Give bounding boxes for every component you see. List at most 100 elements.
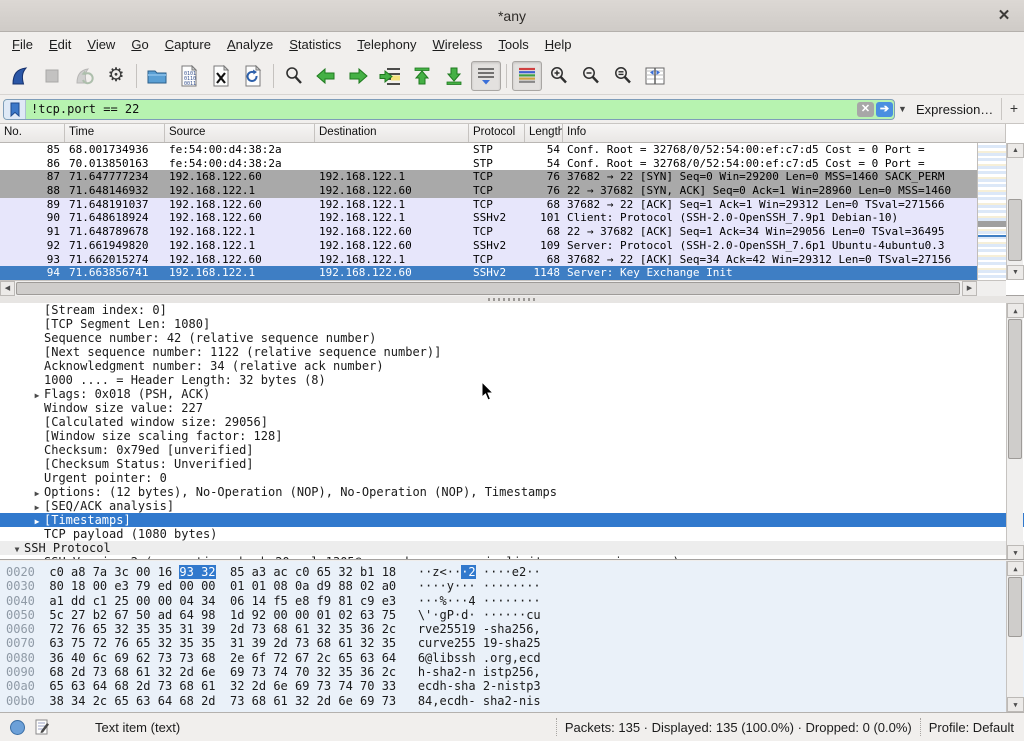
detail-line[interactable]: ▼SSH Protocol — [0, 541, 1024, 555]
scroll-down-icon[interactable]: ▼ — [1007, 545, 1024, 560]
expression-button[interactable]: Expression… — [916, 102, 993, 117]
ascii-text[interactable]: h-sha2-n istp256, — [418, 665, 541, 679]
hex-row-00a0[interactable]: 00a0 65 63 64 68 2d 73 68 61 32 2d 6e 69… — [6, 679, 1024, 693]
start-capture-button[interactable] — [5, 61, 35, 91]
filter-bookmark-button[interactable] — [4, 100, 26, 119]
find-packet-button[interactable] — [279, 61, 309, 91]
capture-options-button[interactable]: ⚙ — [101, 61, 131, 91]
menu-edit[interactable]: Edit — [41, 34, 79, 55]
scroll-up-icon[interactable]: ▲ — [1007, 561, 1024, 576]
add-filter-button[interactable]: + — [1007, 100, 1021, 116]
hex-row-0050[interactable]: 0050 5c 27 b2 67 50 ad 64 98 1d 92 00 00… — [6, 608, 1024, 622]
detail-line[interactable]: ▶SSH Version 2 (encryption:chacha20-poly… — [0, 555, 1024, 560]
hex-bytes[interactable]: 80 18 00 e3 79 ed 00 00 01 01 08 0a d9 8… — [49, 579, 396, 593]
ascii-text[interactable]: 84,ecdh- sha2-nis — [418, 694, 541, 708]
menu-help[interactable]: Help — [537, 34, 580, 55]
detail-line[interactable]: Urgent pointer: 0 — [0, 471, 1024, 485]
packet-list-hscrollbar[interactable]: ◀ ▶ — [0, 280, 1006, 296]
detail-line[interactable]: ▶Flags: 0x018 (PSH, ACK) — [0, 387, 1024, 401]
ascii-text[interactable]: ecdh-sha 2-nistp3 — [418, 679, 541, 693]
column-header-time[interactable]: Time — [65, 124, 165, 142]
packet-row-90[interactable]: 9071.648618924192.168.122.60192.168.122.… — [0, 211, 977, 225]
ascii-text[interactable]: \'·gP·d· ······cu — [418, 608, 541, 622]
ascii-text[interactable]: rve25519 -sha256, — [418, 622, 541, 636]
hex-row-0030[interactable]: 0030 80 18 00 e3 79 ed 00 00 01 01 08 0a… — [6, 579, 1024, 593]
column-header-no[interactable]: No. — [0, 124, 65, 142]
ascii-text[interactable]: 6@libssh .org,ecd — [418, 651, 541, 665]
scroll-down-icon[interactable]: ▼ — [1007, 697, 1024, 712]
packet-row-93[interactable]: 9371.662015274192.168.122.60192.168.122.… — [0, 253, 977, 267]
expert-info-icon[interactable] — [10, 720, 25, 735]
filter-clear-button[interactable]: ✕ — [857, 102, 874, 117]
menu-view[interactable]: View — [79, 34, 123, 55]
detail-line[interactable]: [Checksum Status: Unverified] — [0, 457, 1024, 471]
display-filter-field[interactable]: !tcp.port == 22 ✕ ➔ — [3, 99, 895, 120]
hex-bytes[interactable]: 65 63 64 68 2d 73 68 61 32 2d 6e 69 73 7… — [49, 679, 396, 693]
menu-go[interactable]: Go — [123, 34, 156, 55]
zoom-out-button[interactable] — [576, 61, 606, 91]
zoom-reset-button[interactable] — [608, 61, 638, 91]
hex-bytes[interactable]: 38 34 2c 65 63 64 68 2d 73 68 61 32 2d 6… — [49, 694, 396, 708]
detail-line[interactable]: Sequence number: 42 (relative sequence n… — [0, 331, 1024, 345]
scroll-up-icon[interactable]: ▲ — [1007, 143, 1024, 158]
detail-line[interactable]: ▶[Timestamps] — [0, 513, 1024, 527]
filter-apply-button[interactable]: ➔ — [876, 102, 893, 117]
packet-row-87[interactable]: 8771.647777234192.168.122.60192.168.122.… — [0, 170, 977, 184]
save-capture-button[interactable]: 010101100011 — [174, 61, 204, 91]
packet-row-89[interactable]: 8971.648191037192.168.122.60192.168.122.… — [0, 198, 977, 212]
detail-line[interactable]: [TCP Segment Len: 1080] — [0, 317, 1024, 331]
scroll-right-icon[interactable]: ▶ — [962, 281, 977, 296]
bytes-vscrollbar[interactable]: ▲ ▼ — [1006, 561, 1023, 712]
profile-label[interactable]: Profile: Default — [929, 720, 1014, 735]
hex-bytes[interactable]: 68 2d 73 68 61 32 2d 6e 69 73 74 70 32 3… — [49, 665, 396, 679]
detail-line[interactable]: TCP payload (1080 bytes) — [0, 527, 1024, 541]
packet-list-header[interactable]: No.TimeSourceDestinationProtocolLengthIn… — [0, 124, 1006, 143]
detail-line[interactable]: [Window size scaling factor: 128] — [0, 429, 1024, 443]
hex-row-0070[interactable]: 0070 63 75 72 76 65 32 35 35 31 39 2d 73… — [6, 636, 1024, 650]
capture-comment-icon[interactable] — [34, 719, 50, 735]
detail-line[interactable]: ▶Options: (12 bytes), No-Operation (NOP)… — [0, 485, 1024, 499]
menu-statistics[interactable]: Statistics — [281, 34, 349, 55]
expand-icon[interactable]: ▶ — [30, 557, 44, 560]
ascii-text[interactable]: curve255 19-sha25 — [418, 636, 541, 650]
hex-row-0090[interactable]: 0090 68 2d 73 68 61 32 2d 6e 69 73 74 70… — [6, 665, 1024, 679]
close-button[interactable]: ✕ — [994, 6, 1014, 26]
packet-row-94[interactable]: 9471.663856741192.168.122.1192.168.122.6… — [0, 266, 977, 280]
column-header-info[interactable]: Info — [563, 124, 1006, 142]
hex-row-0060[interactable]: 0060 72 76 65 32 35 35 31 39 2d 73 68 61… — [6, 622, 1024, 636]
packet-list-scroll-thumb[interactable] — [1008, 199, 1022, 261]
go-to-packet-button[interactable] — [375, 61, 405, 91]
reload-capture-button[interactable] — [238, 61, 268, 91]
details-scroll-thumb[interactable] — [1008, 319, 1022, 459]
hex-bytes[interactable]: c0 a8 7a 3c 00 16 — [49, 565, 179, 579]
go-back-button[interactable] — [311, 61, 341, 91]
zoom-in-button[interactable] — [544, 61, 574, 91]
packet-row-91[interactable]: 9171.648789678192.168.122.1192.168.122.6… — [0, 225, 977, 239]
hex-bytes-selected[interactable]: 93 32 — [179, 565, 215, 579]
hex-dump[interactable]: 0020 c0 a8 7a 3c 00 16 93 32 85 a3 ac c0… — [0, 561, 1024, 708]
go-first-packet-button[interactable] — [407, 61, 437, 91]
filter-input[interactable]: !tcp.port == 22 — [26, 100, 856, 119]
detail-line[interactable]: [Next sequence number: 1122 (relative se… — [0, 345, 1024, 359]
menu-analyze[interactable]: Analyze — [219, 34, 281, 55]
ascii-text[interactable]: ··z<·· — [418, 565, 461, 579]
column-header-destination[interactable]: Destination — [315, 124, 469, 142]
hex-row-0020[interactable]: 0020 c0 a8 7a 3c 00 16 93 32 85 a3 ac c0… — [6, 565, 1024, 579]
scroll-down-icon[interactable]: ▼ — [1007, 265, 1024, 280]
ascii-text[interactable]: ····y··· ········ — [418, 579, 541, 593]
detail-line[interactable]: Checksum: 0x79ed [unverified] — [0, 443, 1024, 457]
colorize-toggle[interactable] — [512, 61, 542, 91]
packet-row-88[interactable]: 8871.648146932192.168.122.1192.168.122.6… — [0, 184, 977, 198]
detail-line[interactable]: Window size value: 227 — [0, 401, 1024, 415]
menu-tools[interactable]: Tools — [490, 34, 536, 55]
hex-bytes[interactable]: a1 dd c1 25 00 00 04 34 06 14 f5 e8 f9 8… — [49, 594, 396, 608]
menu-file[interactable]: File — [4, 34, 41, 55]
hex-bytes[interactable]: 5c 27 b2 67 50 ad 64 98 1d 92 00 00 01 0… — [49, 608, 396, 622]
column-header-length[interactable]: Length — [525, 124, 563, 142]
intelligent-scrollbar-minimap[interactable] — [977, 143, 1006, 280]
scroll-up-icon[interactable]: ▲ — [1007, 303, 1024, 318]
menu-telephony[interactable]: Telephony — [349, 34, 424, 55]
menu-capture[interactable]: Capture — [157, 34, 219, 55]
filter-dropdown-caret[interactable]: ▼ — [898, 104, 907, 114]
detail-line[interactable]: ▶[SEQ/ACK analysis] — [0, 499, 1024, 513]
